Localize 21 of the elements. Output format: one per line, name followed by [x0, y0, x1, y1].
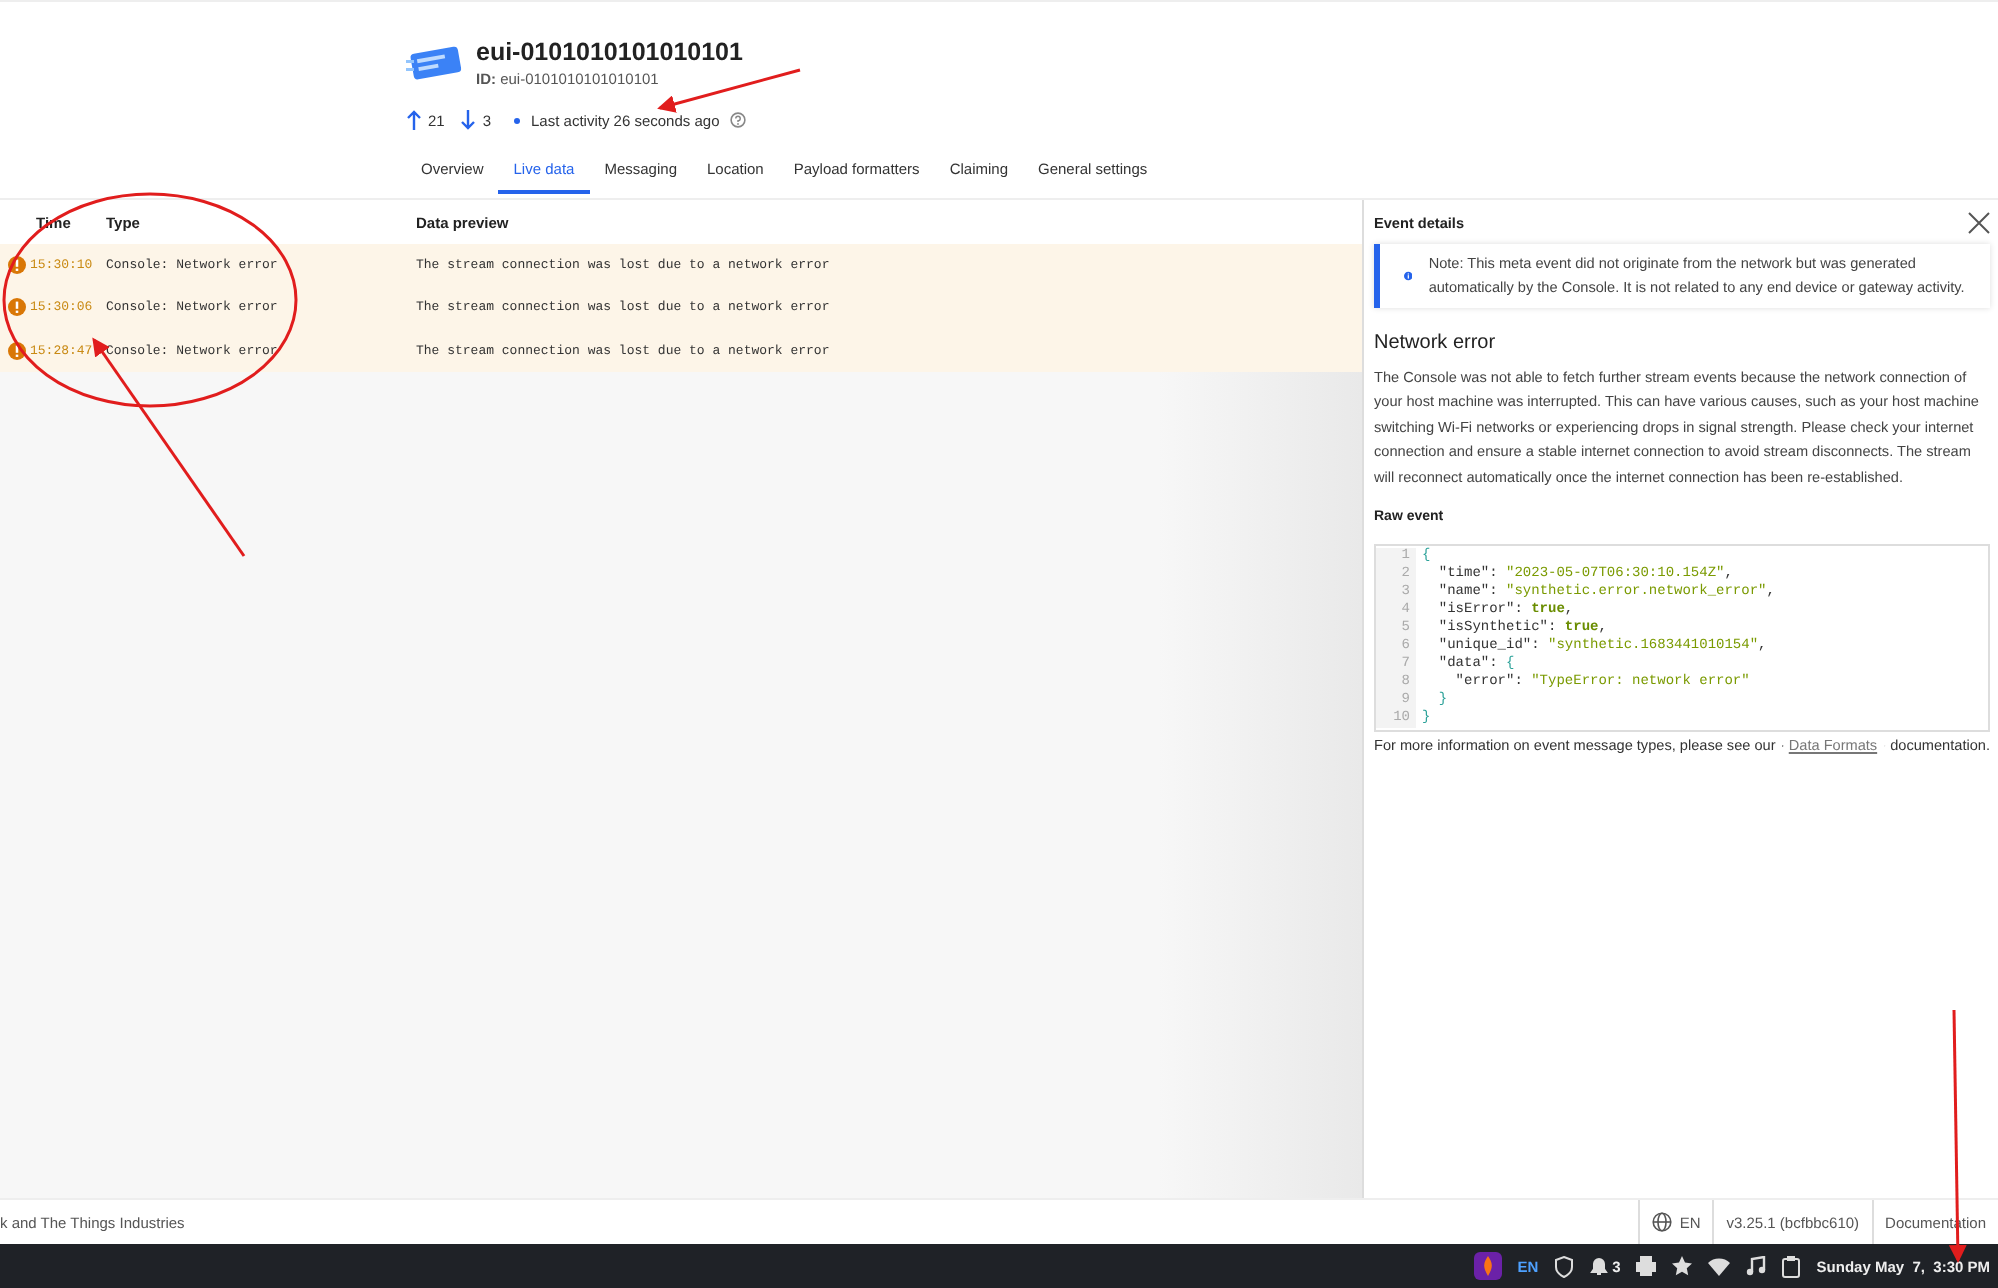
close-icon[interactable] — [1968, 211, 1990, 233]
help-icon[interactable] — [729, 112, 746, 128]
music-icon[interactable] — [1746, 1256, 1767, 1276]
warning-icon — [8, 298, 26, 317]
bell-icon[interactable] — [1590, 1256, 1609, 1276]
device-title: eui-0101010101010101 — [476, 38, 743, 66]
globe-icon — [1651, 1212, 1672, 1232]
info-icon — [1404, 268, 1413, 284]
arrow-down-icon — [460, 110, 477, 130]
shield-icon[interactable] — [1554, 1255, 1575, 1277]
error-heading: Network error — [1374, 332, 1498, 354]
star-icon[interactable] — [1672, 1256, 1693, 1276]
wifi-icon[interactable] — [1708, 1257, 1731, 1275]
app-icon[interactable] — [1473, 1252, 1502, 1280]
annotation-arrow — [657, 68, 801, 113]
arrow-up-icon — [406, 110, 422, 130]
status-dot — [513, 117, 520, 123]
warning-icon — [8, 341, 26, 360]
printer-icon[interactable] — [1636, 1256, 1657, 1276]
warning-icon — [8, 256, 26, 275]
clipboard-icon[interactable] — [1782, 1255, 1801, 1277]
